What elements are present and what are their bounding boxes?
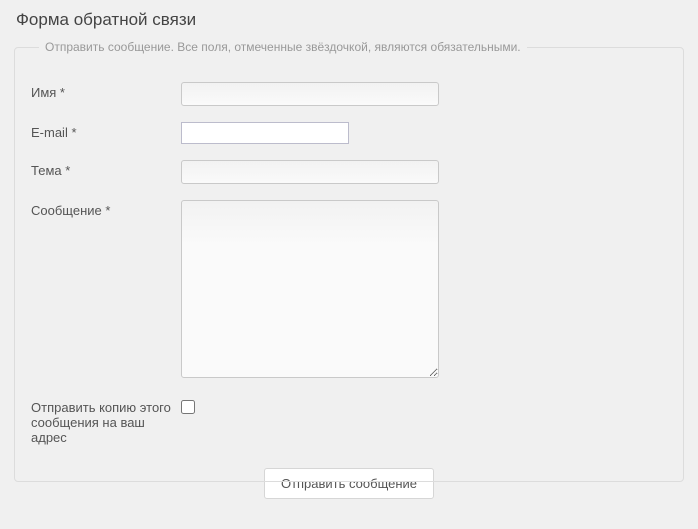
copy-label: Отправить копию этого сообщения на ваш а… (31, 397, 181, 445)
name-input[interactable] (181, 82, 439, 106)
email-input[interactable] (181, 122, 349, 144)
page-title: Форма обратной связи (16, 10, 684, 30)
copy-checkbox[interactable] (181, 400, 195, 414)
contact-form-fieldset: Отправить сообщение. Все поля, отмеченны… (14, 40, 684, 482)
row-name: Имя * (31, 82, 667, 106)
row-copy: Отправить копию этого сообщения на ваш а… (31, 397, 667, 445)
row-email: E-mail * (31, 122, 667, 144)
message-textarea[interactable] (181, 200, 439, 378)
row-message: Сообщение * (31, 200, 667, 381)
subject-label: Тема * (31, 160, 181, 178)
form-legend: Отправить сообщение. Все поля, отмеченны… (39, 40, 527, 54)
message-label: Сообщение * (31, 200, 181, 218)
email-label: E-mail * (31, 122, 181, 140)
subject-input[interactable] (181, 160, 439, 184)
name-label: Имя * (31, 82, 181, 100)
row-subject: Тема * (31, 160, 667, 184)
